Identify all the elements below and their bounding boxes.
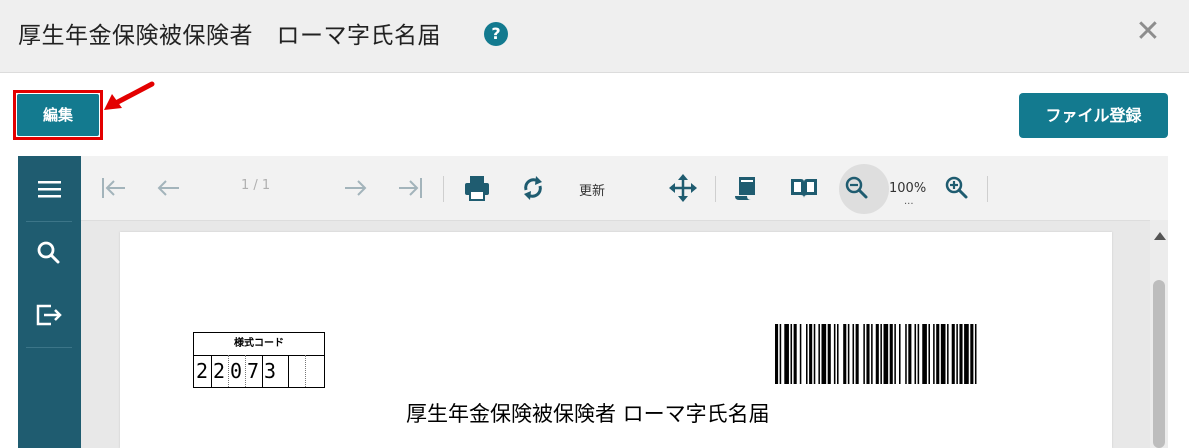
zoom-options[interactable]: ... bbox=[904, 196, 914, 207]
pan-icon[interactable] bbox=[665, 170, 701, 206]
edit-button-highlight bbox=[13, 90, 103, 140]
sidebar-divider bbox=[26, 347, 72, 348]
vertical-scrollbar[interactable] bbox=[1150, 220, 1168, 448]
scroll-thumb[interactable] bbox=[1153, 280, 1165, 448]
viewer-toolbar: 1 / 1 更新 100% ... bbox=[81, 156, 1168, 221]
form-code-digit bbox=[288, 355, 304, 387]
book-view-icon[interactable] bbox=[786, 170, 822, 206]
zoom-in-icon[interactable] bbox=[939, 170, 975, 206]
document-page: 様式コード 2 2 0 7 3 厚生年金保険被保険者 ローマ字氏名届 bbox=[120, 232, 1112, 448]
form-code-digit: 0 bbox=[229, 359, 243, 383]
toolbar-divider bbox=[715, 176, 716, 202]
next-page-icon[interactable] bbox=[337, 170, 373, 206]
toolbar-divider bbox=[987, 176, 988, 202]
form-code-digit: 3 bbox=[263, 359, 277, 383]
page-indicator: 1 / 1 bbox=[241, 178, 271, 193]
dialog-header: 厚生年金保険被保険者 ローマ字氏名届 ? ✕ bbox=[0, 0, 1189, 73]
continuous-view-icon[interactable] bbox=[727, 170, 763, 206]
dialog-title: 厚生年金保険被保険者 ローマ字氏名届 bbox=[18, 23, 441, 49]
document-viewer: 1 / 1 更新 100% ... 様式コード 2 2 0 7 3 厚生年金保険… bbox=[18, 156, 1168, 448]
form-code-digit: 2 bbox=[212, 359, 226, 383]
form-code-digit: 2 bbox=[195, 359, 209, 383]
form-code-digit bbox=[305, 355, 321, 387]
previous-page-icon[interactable] bbox=[151, 170, 187, 206]
help-icon[interactable]: ? bbox=[484, 22, 508, 46]
form-code-digit: 7 bbox=[246, 359, 260, 383]
barcode bbox=[775, 324, 977, 384]
refresh-button[interactable]: 更新 bbox=[579, 180, 605, 199]
first-page-icon[interactable] bbox=[95, 170, 131, 206]
search-icon[interactable] bbox=[18, 222, 81, 284]
zoom-out-icon[interactable] bbox=[839, 170, 875, 206]
print-icon[interactable] bbox=[459, 170, 495, 206]
file-register-button[interactable]: ファイル登録 bbox=[1019, 93, 1168, 138]
document-title: 厚生年金保険被保険者 ローマ字氏名届 bbox=[406, 402, 770, 426]
rotate-icon[interactable] bbox=[515, 170, 551, 206]
form-code-box: 様式コード 2 2 0 7 3 bbox=[193, 332, 325, 388]
last-page-icon[interactable] bbox=[393, 170, 429, 206]
form-code-label: 様式コード bbox=[194, 333, 324, 356]
scroll-up-icon[interactable] bbox=[1154, 232, 1166, 240]
toolbar-divider bbox=[443, 176, 444, 202]
zoom-level[interactable]: 100% bbox=[889, 181, 926, 196]
close-button[interactable]: ✕ bbox=[1134, 16, 1162, 48]
pointer-arrow-icon bbox=[104, 81, 155, 110]
export-icon[interactable] bbox=[18, 284, 81, 346]
viewer-sidebar bbox=[18, 156, 81, 448]
menu-icon[interactable] bbox=[18, 158, 81, 220]
